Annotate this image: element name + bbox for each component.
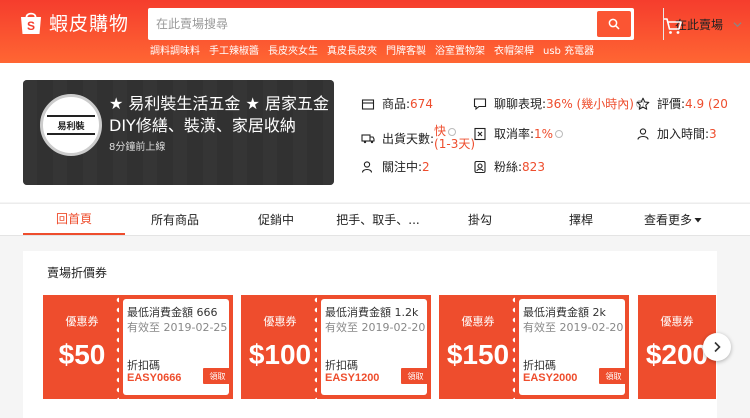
hotword-link[interactable]: 衣帽架桿 [494, 42, 534, 57]
coupon-card: 優惠券 $100 最低消費金額 1.2k 有效至 2019-02-20 折扣碼 … [241, 295, 431, 399]
claim-coupon-button[interactable]: 領取 [599, 368, 628, 384]
coupon-code-label: 折扣碼 [523, 359, 556, 372]
hotword-link[interactable]: usb 充電器 [543, 42, 594, 57]
tab-handles[interactable]: 把手、取手、... [327, 204, 429, 235]
shop-card: 易利裝 ★ 易利裝生活五金 ★ 居家五金DIY修繕、裝潢、家居收納 8分鐘前上線 [23, 80, 334, 185]
shop-name: ★ 易利裝生活五金 ★ 居家五金DIY修繕、裝潢、家居收納 [109, 94, 329, 135]
chat-performance: 36% (幾小時內) [546, 97, 634, 111]
shop-nav-bar: 回首頁 所有商品 促銷中 把手、取手、... 掛勾 擇桿 查看更多 [0, 203, 750, 236]
coupon-min-spend: 最低消費金額 666 [127, 306, 218, 319]
tab-hooks[interactable]: 掛勾 [429, 204, 531, 235]
tab-on-sale[interactable]: 促銷中 [225, 204, 327, 235]
cart-icon[interactable] [663, 17, 683, 35]
hotwords-list: 調料調味料 手工辣椒醬 長皮夾女生 真皮長皮夾 門牌客製 浴室置物架 衣帽架桿 … [150, 42, 603, 57]
stat-following: 關注中: 2 [361, 158, 430, 175]
help-icon[interactable] [448, 127, 457, 136]
stat-ship-days: 出貨天數: 快 (1-3天) [361, 125, 475, 151]
hotword-link[interactable]: 浴室置物架 [435, 42, 485, 57]
products-count: 674 [410, 96, 433, 111]
coupon-expiry: 有效至 2019-02-20 [523, 321, 624, 334]
cancel-receipt-icon [474, 127, 486, 140]
truck-icon [361, 134, 375, 144]
claim-coupon-button[interactable]: 領取 [203, 368, 232, 384]
coupon-kind: 優惠券 [660, 315, 694, 328]
following-count: 2 [422, 159, 430, 174]
stat-joined: 加入時間: 3 [636, 125, 717, 142]
coupon-kind: 優惠券 [263, 315, 297, 328]
stat-cancel-rate: 取消率: 1% [473, 125, 564, 142]
coupon-kind: 優惠券 [65, 315, 99, 328]
tab-rods[interactable]: 擇桿 [530, 204, 632, 235]
coupon-code: EASY1200 [325, 372, 380, 384]
shop-stats: 商品: 674 出貨天數: 快 (1-3天) 關注中: 2 聊聊表現: 36% … [361, 95, 750, 175]
coupon-amount: $150 [446, 339, 510, 370]
chat-icon [473, 97, 487, 110]
coupon-kind: 優惠券 [461, 315, 495, 328]
shopee-logo[interactable]: S 蝦皮購物 [19, 9, 129, 36]
stat-followers: 粉絲: 823 [473, 158, 545, 175]
search-button[interactable] [597, 11, 631, 37]
coupon-code-label: 折扣碼 [127, 359, 160, 372]
hotword-link[interactable]: 長皮夾女生 [268, 42, 318, 57]
rating-value: 4.9 (20 [685, 96, 728, 111]
coupon-card: 優惠券 $150 最低消費金額 2k 有效至 2019-02-20 折扣碼 EA… [439, 295, 629, 399]
logo-text: 蝦皮購物 [49, 13, 130, 35]
add-user-icon [361, 160, 373, 173]
chevron-down-icon [733, 21, 742, 27]
followers-icon [474, 160, 486, 173]
coupon-next-button[interactable] [703, 333, 731, 361]
hotword-link[interactable]: 調料調味料 [150, 42, 200, 57]
joined-time: 3 [709, 126, 717, 141]
coupon-amount: $50 [58, 339, 106, 370]
hotword-link[interactable]: 手工辣椒醬 [209, 42, 259, 57]
coupon-card: 優惠券 $50 最低消費金額 666 有效至 2019-02-25 折扣碼 EA… [43, 295, 233, 399]
top-header: S 蝦皮購物 在此賣場 調料調味料 手工辣椒醬 長皮夾女生 真皮長皮夾 門牌客製… [0, 0, 750, 63]
stat-rating: 評價: 4.9 (20 [636, 95, 728, 112]
coupon-code: EASY2000 [523, 372, 578, 384]
view-more-label: 查看更多 [643, 213, 692, 227]
chevron-right-icon [714, 341, 721, 353]
caret-down-icon [694, 217, 702, 222]
followers-count: 823 [522, 159, 545, 174]
coupon-expiry: 有效至 2019-02-25 [127, 321, 228, 334]
hotword-link[interactable]: 門牌客製 [386, 42, 426, 57]
coupon-code-label: 折扣碼 [325, 359, 358, 372]
star-icon [636, 97, 650, 110]
shopping-bag-icon: S [21, 12, 41, 34]
online-status: 8分鐘前上線 [109, 142, 166, 153]
tab-home[interactable]: 回首頁 [23, 204, 125, 235]
shop-icon [361, 98, 375, 110]
stat-products: 商品: 674 [361, 95, 433, 112]
claim-coupon-button[interactable]: 領取 [401, 368, 430, 384]
search-bar: 在此賣場 [148, 8, 742, 40]
user-icon [637, 127, 649, 140]
view-more-menu[interactable]: 查看更多 [622, 204, 724, 235]
stat-chat: 聊聊表現: 36% (幾小時內) [473, 95, 644, 112]
tab-all-products[interactable]: 所有商品 [124, 204, 226, 235]
hotword-link[interactable]: 真皮長皮夾 [327, 42, 377, 57]
cancel-rate: 1% [534, 126, 554, 141]
coupon-expiry: 有效至 2019-02-20 [325, 321, 426, 334]
shop-avatar-logo: 易利裝 [47, 115, 95, 135]
coupon-section-title: 賣場折價券 [47, 266, 108, 280]
help-icon[interactable] [555, 129, 564, 138]
coupon-min-spend: 最低消費金額 1.2k [325, 306, 419, 319]
coupon-amount: $100 [248, 339, 312, 370]
search-input[interactable] [156, 14, 496, 34]
shop-avatar[interactable]: 易利裝 [40, 94, 102, 156]
search-icon [608, 18, 620, 30]
coupon-code: EASY0666 [127, 372, 182, 384]
coupon-min-spend: 最低消費金額 2k [523, 306, 606, 319]
svg-text:S: S [27, 19, 35, 33]
